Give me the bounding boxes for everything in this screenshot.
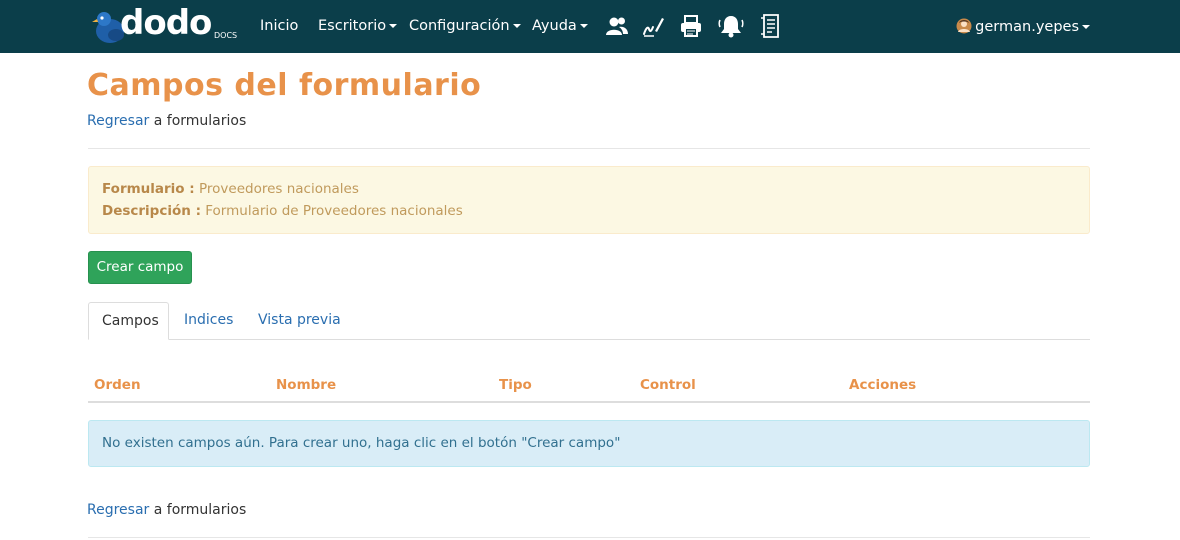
logo-subtext: DOCS (214, 31, 238, 40)
back-link-suffix: a formularios (149, 502, 247, 518)
tab-vista-previa[interactable]: Vista previa (245, 302, 354, 339)
column-header-nombre[interactable]: Nombre (276, 377, 336, 393)
empty-state-alert: No existen campos aún. Para crear uno, h… (88, 420, 1090, 467)
nav-escritorio-label: Escritorio (318, 18, 387, 34)
tabs-bar: Campos Indices Vista previa (88, 302, 1090, 340)
nav-ayuda-label: Ayuda (532, 18, 577, 34)
back-link[interactable]: Regresar (87, 502, 149, 518)
form-info-box: Formulario : Proveedores nacionales Desc… (88, 166, 1090, 234)
username: german.yepes (975, 19, 1079, 35)
tab-campos[interactable]: Campos (88, 302, 169, 340)
nav-inicio-label: Inicio (260, 18, 299, 34)
caret-down-icon (512, 24, 521, 28)
empty-state-message: No existen campos aún. Para crear uno, h… (102, 435, 621, 451)
bell-icon[interactable] (718, 14, 744, 38)
user-menu[interactable]: german.yepes (956, 18, 1090, 35)
column-header-acciones[interactable]: Acciones (849, 377, 916, 393)
printer-icon[interactable] (680, 14, 702, 38)
divider (88, 537, 1090, 538)
logo-text: dodo (120, 3, 212, 43)
page-title: Campos del formulario (87, 68, 482, 103)
back-link-row-bottom: Regresar a formularios (87, 502, 246, 518)
nav-configuracion-label: Configuración (409, 18, 510, 34)
tab-indices[interactable]: Indices (171, 302, 246, 339)
column-header-tipo[interactable]: Tipo (499, 377, 532, 393)
column-header-control[interactable]: Control (640, 377, 696, 393)
document-icon[interactable] (760, 14, 782, 38)
divider (88, 148, 1090, 149)
form-description-label: Descripción : (102, 203, 201, 219)
nav-escritorio[interactable]: Escritorio (318, 18, 398, 34)
form-description-value: Formulario de Proveedores nacionales (200, 203, 463, 219)
form-name-label: Formulario : (102, 181, 195, 197)
caret-down-icon (579, 24, 588, 28)
top-navbar: dodo DOCS Inicio Escritorio Configuració… (0, 0, 1180, 53)
avatar (956, 18, 972, 34)
form-name-line: Formulario : Proveedores nacionales (102, 181, 359, 197)
back-link-suffix: a formularios (149, 113, 247, 129)
caret-down-icon (389, 24, 398, 28)
column-header-orden[interactable]: Orden (94, 377, 141, 393)
form-description-line: Descripción : Formulario de Proveedores … (102, 203, 463, 219)
create-field-button[interactable]: Crear campo (88, 251, 192, 284)
users-icon[interactable] (606, 14, 628, 38)
signature-icon[interactable] (642, 14, 664, 38)
back-link[interactable]: Regresar (87, 113, 149, 129)
form-name-value: Proveedores nacionales (194, 181, 359, 197)
nav-inicio[interactable]: Inicio (260, 18, 298, 34)
nav-ayuda[interactable]: Ayuda (532, 18, 588, 34)
caret-down-icon (1082, 25, 1090, 29)
nav-configuracion[interactable]: Configuración (409, 18, 521, 34)
table-header-divider (88, 401, 1090, 403)
back-link-row-top: Regresar a formularios (87, 113, 246, 129)
dodo-logo[interactable]: dodo DOCS (92, 3, 238, 45)
